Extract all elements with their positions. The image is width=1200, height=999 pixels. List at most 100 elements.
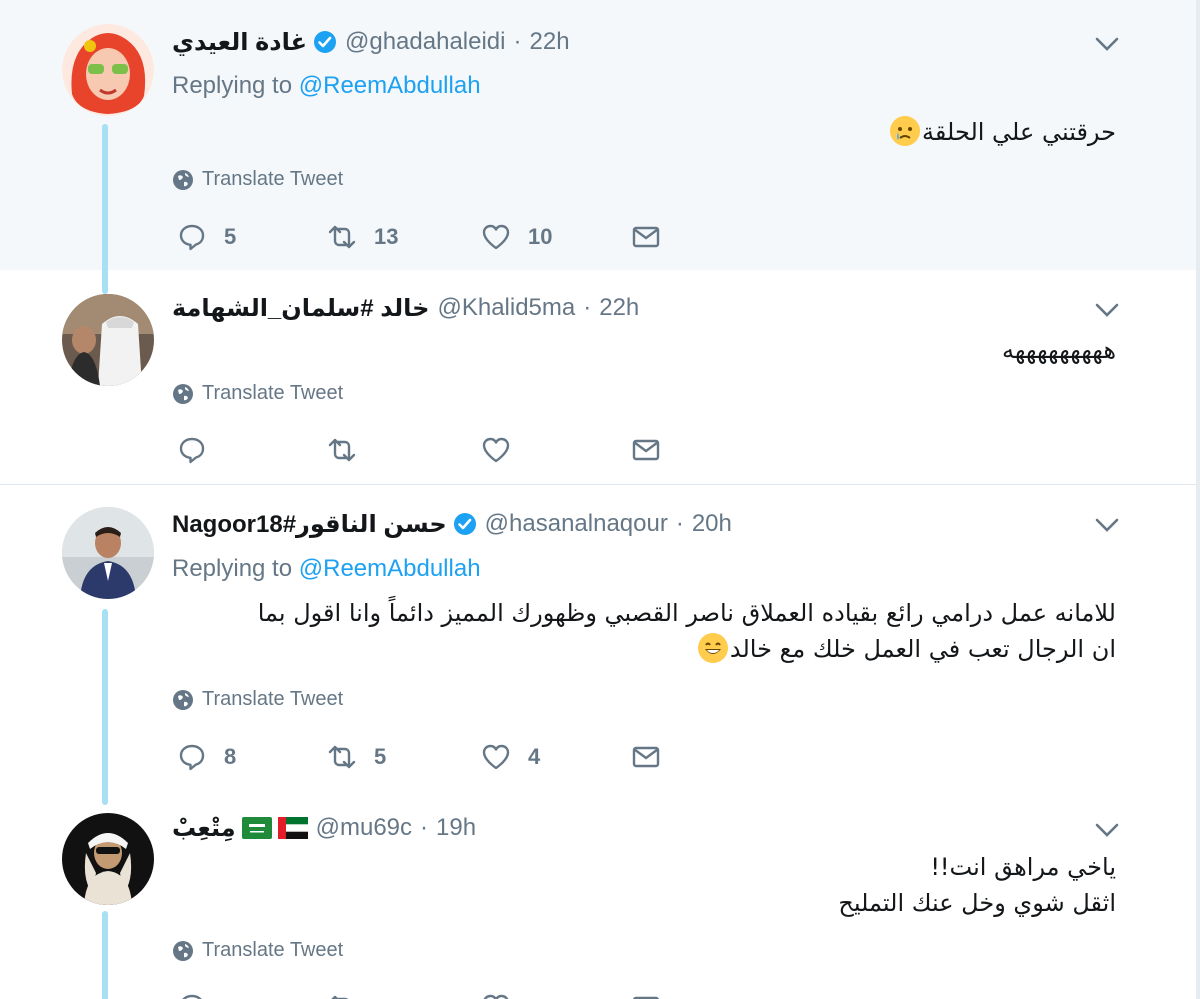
tweet-text-line-2: ان الرجال تعب في العمل خلك مع خالد [156, 631, 1116, 667]
avatar[interactable] [62, 507, 154, 599]
replying-to: Replying to @ReemAbdullah [172, 72, 481, 100]
tweet-2[interactable]: خالد #سلمان_الشهامة @Khalid5ma · 22h ههه… [0, 270, 1196, 484]
tweet-header: غادة العيدي @ghadahaleidi · 22h [172, 25, 570, 59]
reply-icon [179, 224, 205, 251]
retweet-count: 5 [374, 744, 387, 769]
reply-count: 5 [224, 224, 237, 249]
like-button[interactable]: 4 [480, 741, 540, 773]
translate-label: Translate Tweet [202, 939, 344, 961]
like-count: 4 [528, 744, 541, 769]
thread-line [102, 911, 108, 999]
heart-icon [483, 994, 509, 999]
timestamp[interactable]: 22h [530, 28, 570, 56]
grinning-face-icon [697, 633, 728, 663]
reply-icon [179, 437, 205, 464]
retweet-button[interactable] [326, 434, 374, 466]
verified-badge-icon [453, 513, 476, 535]
reply-mention-link[interactable]: @ReemAbdullah [299, 555, 481, 582]
envelope-icon [632, 746, 660, 768]
timestamp[interactable]: 20h [692, 510, 732, 538]
heart-icon [482, 744, 510, 770]
display-name[interactable]: غادة العيدي [172, 28, 307, 57]
tweet-text-line: ياخي مراهق انت!! [930, 853, 1116, 881]
envelope-icon [632, 439, 660, 461]
heart-icon [482, 224, 510, 250]
reply-count: 8 [224, 744, 237, 769]
direct-message-button[interactable] [630, 221, 662, 253]
display-name[interactable]: خالد #سلمان_الشهامة [172, 294, 429, 323]
handle[interactable]: @mu69c [316, 814, 412, 842]
tweet-text-line: حرقتني علي الحلقة [922, 118, 1116, 146]
replying-to: Replying to @ReemAbdullah [172, 555, 481, 583]
globe-icon [173, 689, 193, 710]
tweet-text-line: ان الرجال تعب في العمل خلك مع خالد [729, 635, 1116, 663]
retweet-icon [328, 225, 356, 249]
retweet-button[interactable] [326, 991, 358, 999]
like-button[interactable]: 10 [480, 221, 552, 253]
chevron-down-icon[interactable] [1094, 515, 1120, 535]
retweet-count: 13 [374, 224, 399, 249]
handle[interactable]: @Khalid5ma [437, 294, 575, 322]
replying-prefix: Replying to [172, 555, 293, 582]
saudi-flag-icon [241, 817, 272, 839]
tweet-header: Nagoor18#حسن الناقور @hasanalnaqour · 20… [172, 507, 732, 541]
like-button[interactable] [480, 434, 528, 466]
globe-icon [173, 940, 193, 961]
tweet-text: للامانه عمل درامي رائع بقياده العملاق نا… [156, 595, 1116, 667]
direct-message-button[interactable] [630, 434, 662, 466]
crying-face-icon [890, 116, 920, 146]
direct-message-button[interactable] [630, 991, 662, 999]
heart-icon [482, 437, 510, 463]
translate-tweet[interactable]: Translate Tweet [172, 168, 343, 191]
retweet-button[interactable]: 5 [326, 741, 386, 773]
like-button[interactable] [480, 991, 512, 999]
display-name[interactable]: مِتْعِبْ [172, 814, 236, 843]
tweet-4[interactable]: مِتْعِبْ @mu69c · 19h ياخي مراهق انت!! ا… [0, 795, 1196, 999]
envelope-icon [632, 996, 660, 999]
like-count: 10 [528, 224, 553, 249]
retweet-button[interactable]: 13 [326, 221, 398, 253]
retweet-icon [328, 438, 356, 462]
translate-tweet[interactable]: Translate Tweet [172, 939, 343, 962]
thread-line [102, 609, 108, 805]
retweet-icon [328, 745, 356, 769]
retweet-icon [331, 995, 349, 999]
thread-line [102, 124, 108, 294]
timestamp[interactable]: 22h [599, 294, 639, 322]
reply-icon [182, 994, 202, 999]
chevron-down-icon[interactable] [1094, 820, 1120, 840]
replying-prefix: Replying to [172, 72, 293, 99]
handle[interactable]: @hasanalnaqour [485, 510, 668, 538]
display-name[interactable]: Nagoor18#حسن الناقور [172, 510, 447, 539]
timestamp[interactable]: 19h [436, 814, 476, 842]
envelope-icon [632, 226, 660, 248]
direct-message-button[interactable] [630, 741, 662, 773]
chevron-down-icon[interactable] [1094, 34, 1120, 54]
reply-icon [179, 744, 205, 771]
tweet-text-line: اثقل شوي وخل عنك التمليح [838, 889, 1116, 917]
separator-dot: · [420, 814, 429, 841]
reply-button[interactable] [176, 434, 224, 466]
translate-label: Translate Tweet [202, 168, 344, 190]
handle[interactable]: @ghadahaleidi [345, 28, 506, 56]
avatar[interactable] [62, 294, 154, 386]
tweet-text-line: هههههههههه [1001, 336, 1116, 364]
avatar[interactable] [62, 24, 154, 116]
tweet-3[interactable]: Nagoor18#حسن الناقور @hasanalnaqour · 20… [0, 485, 1196, 805]
reply-button[interactable]: 5 [176, 221, 236, 253]
scrollbar-track[interactable] [1196, 0, 1200, 999]
reply-mention-link[interactable]: @ReemAbdullah [299, 72, 481, 99]
translate-tweet[interactable]: Translate Tweet [172, 382, 343, 405]
translate-tweet[interactable]: Translate Tweet [172, 688, 343, 711]
chevron-down-icon[interactable] [1094, 300, 1120, 320]
reply-button[interactable]: 8 [176, 741, 236, 773]
separator-dot: · [583, 294, 592, 321]
tweet-header: مِتْعِبْ @mu69c · 19h [172, 811, 476, 845]
reply-button[interactable] [176, 991, 208, 999]
tweet-1[interactable]: غادة العيدي @ghadahaleidi · 22h Replying… [0, 0, 1196, 294]
avatar[interactable] [62, 813, 154, 905]
tweet-header: خالد #سلمان_الشهامة @Khalid5ma · 22h [172, 291, 639, 325]
tweet-text: حرقتني علي الحلقة [156, 114, 1116, 150]
translate-label: Translate Tweet [202, 688, 344, 710]
uae-flag-icon [277, 817, 308, 839]
